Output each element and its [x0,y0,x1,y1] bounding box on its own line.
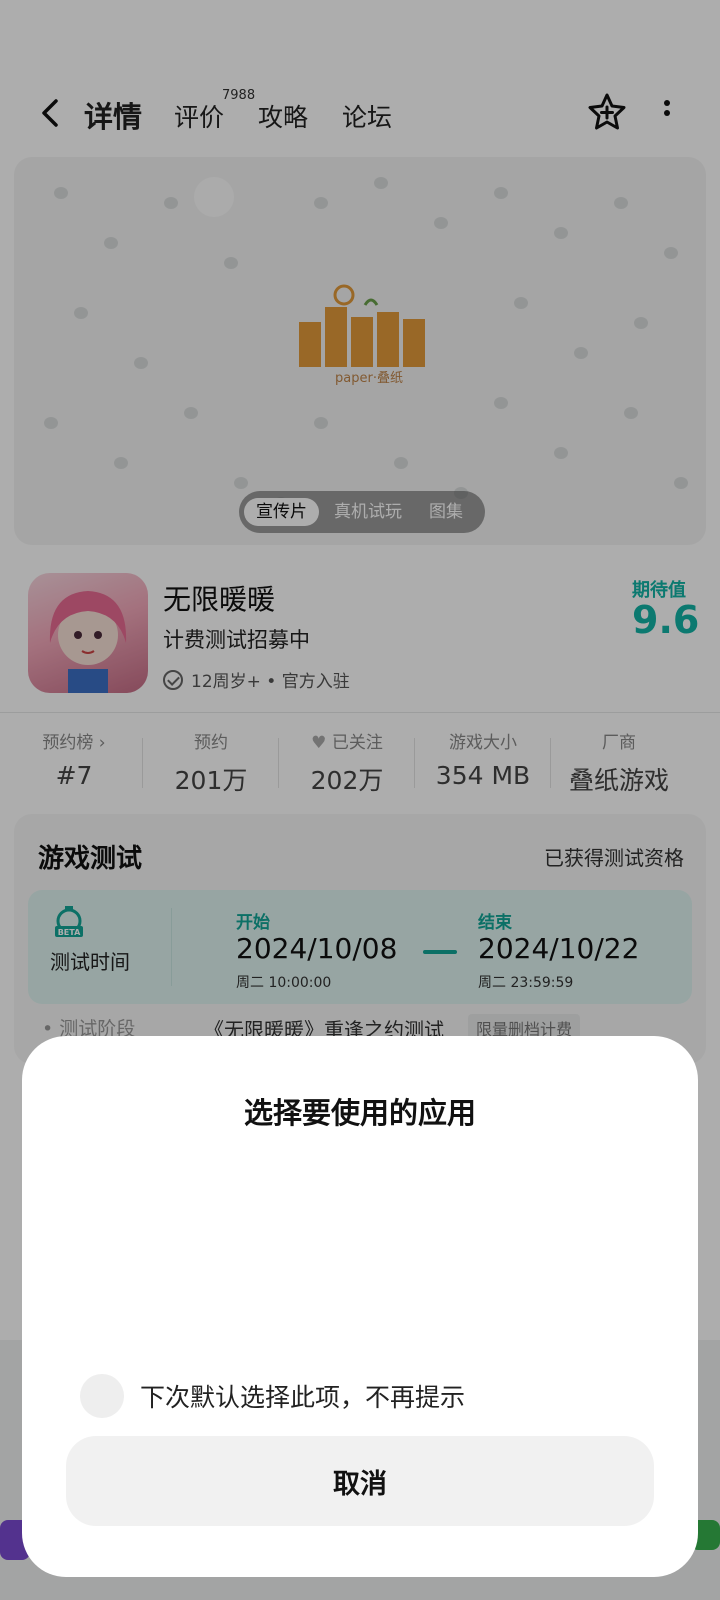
remember-label: 下次默认选择此项，不再提示 [140,1383,466,1412]
remember-choice-row[interactable]: 下次默认选择此项，不再提示 [80,1374,465,1418]
remember-radio[interactable] [80,1374,124,1418]
cancel-button[interactable]: 取消 [66,1436,654,1526]
sheet-title: 选择要使用的应用 [243,1096,476,1130]
app-chooser-sheet: 选择要使用的应用 下次默认选择此项，不再提示 取消 [22,1036,698,1577]
